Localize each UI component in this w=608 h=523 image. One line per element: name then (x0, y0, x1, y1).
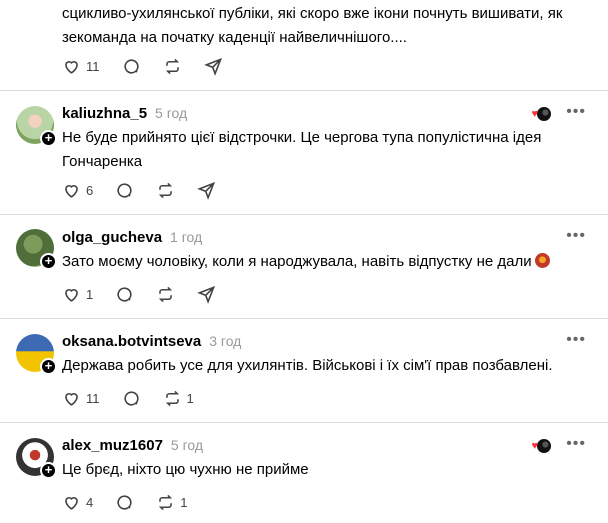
repost-button[interactable] (156, 181, 175, 200)
comment-actions: 6 (62, 180, 238, 200)
repost-button[interactable]: 1 (163, 389, 194, 408)
repost-count: 1 (186, 390, 194, 406)
comment-header: olga_gucheva 1 год (62, 229, 202, 249)
follow-plus-icon[interactable]: + (40, 130, 57, 147)
more-icon[interactable]: ••• (566, 331, 586, 349)
follow-plus-icon[interactable]: + (40, 462, 57, 479)
divider (0, 214, 608, 215)
divider (0, 422, 608, 423)
repost-button[interactable] (163, 57, 182, 76)
comment-icon (117, 182, 132, 198)
comment-button[interactable] (122, 389, 141, 408)
timestamp: 1 год (170, 229, 203, 245)
share-icon (203, 57, 222, 76)
share-icon (197, 285, 216, 304)
repost-count: 1 (180, 494, 188, 510)
repost-icon (165, 390, 179, 406)
repost-icon (159, 182, 173, 198)
username[interactable]: alex_muz1607 (62, 437, 163, 454)
username[interactable]: oksana.botvintseva (62, 333, 201, 350)
follow-plus-icon[interactable]: + (40, 358, 57, 375)
repost-button[interactable] (156, 285, 175, 304)
like-button[interactable]: 6 (62, 181, 93, 200)
like-count: 4 (86, 494, 94, 510)
timestamp: 5 год (155, 105, 188, 121)
comment-icon (123, 58, 139, 74)
comment-icon (117, 494, 132, 510)
heart-icon: ♥ (531, 440, 538, 452)
like-button[interactable]: 11 (62, 389, 100, 408)
comment-button[interactable] (115, 285, 134, 304)
heart-icon: ♥ (531, 108, 538, 120)
emoji-icon (534, 253, 550, 268)
share-button[interactable] (197, 285, 216, 304)
comment-button[interactable] (115, 493, 134, 512)
comment-actions: 11 1 (62, 388, 216, 408)
divider (0, 90, 608, 91)
divider (0, 318, 608, 319)
avatar[interactable]: + (16, 229, 57, 270)
share-button[interactable] (203, 57, 223, 76)
avatar[interactable]: + (16, 106, 57, 147)
comment-header: alex_muz1607 5 год (62, 437, 203, 457)
like-button[interactable]: 4 (62, 493, 93, 512)
username[interactable]: olga_gucheva (62, 229, 162, 246)
comment-button[interactable] (115, 181, 134, 200)
repost-icon (165, 58, 179, 74)
heart-icon (65, 392, 78, 406)
repost-button[interactable]: 1 (156, 493, 187, 512)
comment-text: Це брєд, ніхто цю чухню не прийме (62, 461, 309, 478)
share-icon (197, 181, 216, 200)
repost-icon (159, 286, 173, 302)
share-button[interactable] (197, 181, 216, 200)
heart-icon (65, 496, 78, 510)
comment-text: Не буде прийнято цієї відстрочки. Це чер… (62, 129, 542, 170)
author-liked-indicator: ♥ (531, 106, 552, 122)
avatar[interactable]: + (16, 438, 57, 479)
comment-actions: 4 1 (62, 492, 209, 512)
comment-icon (117, 286, 132, 302)
comment-header: kaliuzhna_5 5 год (62, 105, 187, 125)
comment-header: oksana.botvintseva 3 год (62, 333, 241, 353)
author-avatar-mini (536, 106, 552, 122)
comment-text-row: Зато моєму чоловіку, коли я народжувала,… (62, 250, 568, 274)
threads-feed: сцикливо-ухилянської публіки, які скоро … (0, 0, 608, 523)
comment-text: Зато моєму чоловіку, коли я народжувала,… (62, 253, 532, 270)
heart-icon (65, 288, 78, 302)
heart-icon (65, 184, 78, 198)
repost-icon (159, 494, 173, 510)
follow-plus-icon[interactable]: + (40, 253, 57, 270)
comment-icon (123, 390, 139, 406)
more-icon[interactable]: ••• (566, 435, 586, 453)
like-button[interactable]: 11 (62, 57, 100, 76)
like-count: 1 (86, 286, 94, 302)
like-count: 6 (86, 182, 94, 198)
like-count: 11 (86, 390, 100, 406)
post-actions: 11 (62, 56, 245, 76)
author-liked-indicator: ♥ (531, 438, 552, 454)
comment-actions: 1 (62, 284, 238, 304)
avatar[interactable]: + (16, 334, 57, 375)
more-icon[interactable]: ••• (566, 103, 586, 121)
post-text: сцикливо-ухилянської публіки, які скоро … (62, 5, 563, 46)
more-icon[interactable]: ••• (566, 227, 586, 245)
like-button[interactable]: 1 (62, 285, 93, 304)
username[interactable]: kaliuzhna_5 (62, 105, 147, 122)
comment-button[interactable] (122, 57, 141, 76)
timestamp: 3 год (209, 333, 242, 349)
author-avatar-mini (536, 438, 552, 454)
heart-icon (65, 60, 78, 74)
comment-text: Держава робить усе для ухилянтів. Військ… (62, 357, 553, 374)
timestamp: 5 год (170, 437, 204, 453)
like-count: 11 (86, 58, 100, 74)
